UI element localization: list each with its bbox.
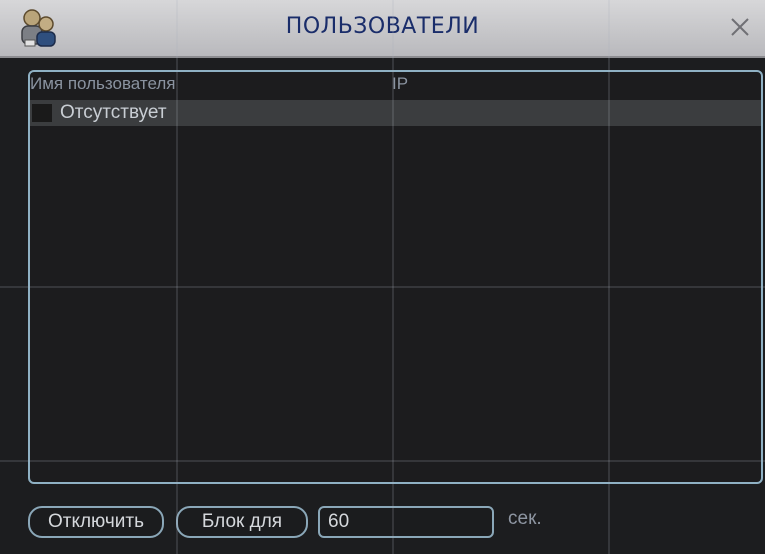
grid-line: [176, 0, 178, 554]
block-seconds-input[interactable]: 60: [318, 506, 494, 538]
grid-line: [392, 0, 394, 554]
grid-line: [0, 460, 765, 462]
row-checkbox[interactable]: [32, 104, 52, 122]
users-table-panel: [28, 70, 763, 484]
column-header-username: Имя пользователя: [30, 74, 176, 93]
grid-line: [0, 286, 765, 288]
disconnect-button[interactable]: Отключить: [28, 506, 164, 538]
grid-line: [608, 0, 610, 554]
users-window: ПОЛЬЗОВАТЕЛИ Имя пользователя IP Отсутст…: [0, 0, 765, 554]
title-bar: ПОЛЬЗОВАТЕЛИ: [0, 0, 765, 58]
close-icon[interactable]: [727, 14, 753, 40]
row-username: Отсутствует: [60, 102, 167, 123]
window-title: ПОЛЬЗОВАТЕЛИ: [285, 14, 480, 39]
seconds-unit-label: сек.: [508, 508, 542, 529]
block-button[interactable]: Блок для: [176, 506, 308, 538]
column-header-ip: IP: [392, 74, 409, 93]
